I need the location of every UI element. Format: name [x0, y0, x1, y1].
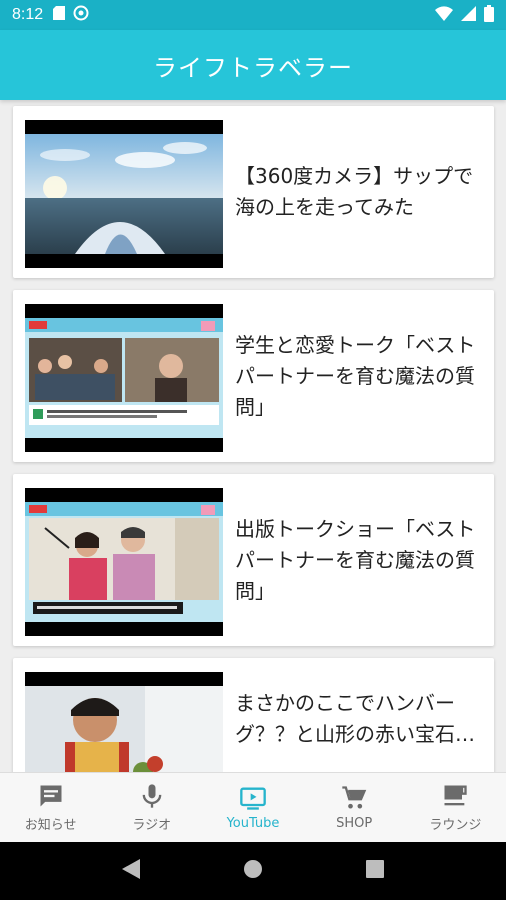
video-title: 【360度カメラ】サップで海の上を走ってみた [235, 164, 474, 219]
nav-item-youtube[interactable]: YouTube [202, 773, 303, 842]
status-bar: 8:12 [0, 0, 506, 30]
nav-label: ラウンジ [429, 818, 482, 833]
nav-item-shop[interactable]: SHOP [304, 773, 405, 842]
video-thumbnail[interactable] [25, 304, 223, 452]
app-title: ライフトラベラー [153, 53, 353, 82]
system-navigation-bar [0, 842, 506, 900]
nav-label: ラジオ [132, 818, 172, 833]
video-card[interactable]: 学生と恋愛トーク「ベストパートナーを育む魔法の質問」 [13, 290, 494, 462]
microphone-icon [142, 784, 162, 808]
recent-apps-icon[interactable] [366, 860, 385, 882]
video-card[interactable]: まさかのここでハンバーグ？？と山形の赤い宝石… [13, 658, 494, 772]
message-icon [40, 785, 62, 807]
wifi-icon [435, 5, 453, 25]
signal-icon [461, 5, 476, 25]
cart-icon [342, 786, 367, 809]
video-thumbnail[interactable] [25, 488, 223, 636]
nav-label: お知らせ [24, 818, 77, 833]
nav-item-lounge[interactable]: ラウンジ [405, 773, 506, 842]
bottom-navigation: お知らせ ラジオ YouTube SHOP ラウンジ [0, 772, 506, 842]
video-thumbnail[interactable] [25, 672, 223, 772]
battery-icon [484, 4, 494, 26]
video-list[interactable]: 【360度カメラ】サップで海の上を走ってみた 学生と恋愛トーク「ベストパートナー… [0, 100, 506, 772]
video-thumbnail[interactable] [25, 120, 223, 268]
nav-item-radio[interactable]: ラジオ [101, 773, 202, 842]
data-saver-icon [73, 5, 89, 25]
nav-label: YouTube [226, 816, 280, 831]
status-time: 8:12 [12, 6, 44, 23]
video-title: 学生と恋愛トーク「ベストパートナーを育む魔法の質問」 [235, 332, 476, 419]
video-title: まさかのここでハンバーグ？？と山形の赤い宝石… [235, 691, 475, 746]
nav-item-news[interactable]: お知らせ [0, 773, 101, 842]
coffee-cup-icon [444, 785, 468, 806]
sd-card-icon [53, 6, 66, 24]
video-title: 出版トークショー「ベストパートナーを育む魔法の質問」 [235, 516, 476, 603]
video-card[interactable]: 【360度カメラ】サップで海の上を走ってみた [13, 106, 494, 278]
app-bar: ライフトラベラー [0, 30, 506, 100]
tv-icon [240, 787, 266, 810]
nav-label: SHOP [336, 816, 373, 831]
video-card[interactable]: 出版トークショー「ベストパートナーを育む魔法の質問」 [13, 474, 494, 646]
home-icon[interactable] [243, 859, 263, 883]
back-icon[interactable] [121, 859, 140, 883]
